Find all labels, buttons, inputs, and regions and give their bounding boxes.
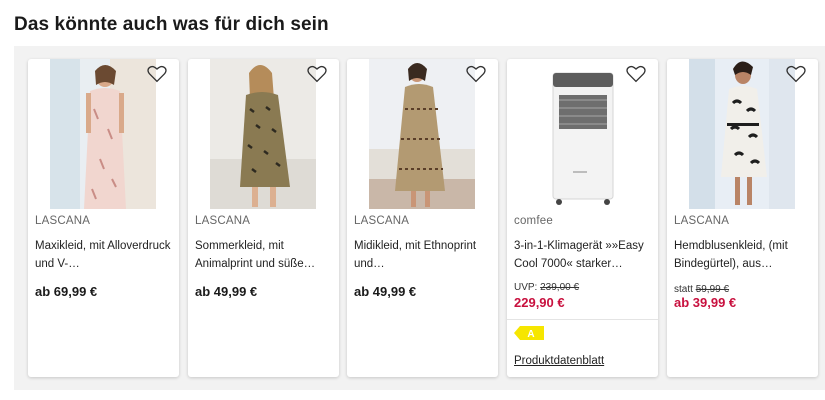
product-card[interactable]: LASCANA Midikleid, mit Ethnoprint und… a… <box>347 59 498 377</box>
wishlist-heart-icon[interactable] <box>786 65 806 83</box>
product-image[interactable] <box>529 59 635 209</box>
wishlist-heart-icon[interactable] <box>626 65 646 83</box>
product-card[interactable]: LASCANA Maxikleid, mit Alloverdruck und … <box>28 59 179 377</box>
product-name[interactable]: 3-in-1-Klimagerät »»Easy Cool 7000« star… <box>514 237 654 273</box>
energy-label-icon[interactable]: A <box>514 325 544 341</box>
energy-class: A <box>527 329 534 340</box>
product-brand: LASCANA <box>35 215 91 227</box>
product-card[interactable]: comfee 3-in-1-Klimagerät »»Easy Cool 700… <box>507 59 658 377</box>
product-brand: LASCANA <box>195 215 251 227</box>
product-brand: LASCANA <box>674 215 730 227</box>
original-price: statt 59,99 € <box>674 284 729 295</box>
sale-price: 229,90 € <box>514 295 565 310</box>
wishlist-heart-icon[interactable] <box>147 65 167 83</box>
product-price: ab 49,99 € <box>195 284 258 299</box>
product-image[interactable] <box>689 59 795 209</box>
section-title: Das könnte auch was für dich sein <box>14 14 329 35</box>
strikethrough-price: 239,00 € <box>540 282 580 293</box>
sale-price: ab 39,99 € <box>674 295 737 310</box>
wishlist-heart-icon[interactable] <box>466 65 486 83</box>
strikethrough-price: 59,99 € <box>695 284 730 295</box>
product-price: ab 49,99 € <box>354 284 417 299</box>
product-card[interactable]: LASCANA Hemdblusenkleid, (mit Bindegürte… <box>667 59 818 377</box>
product-image[interactable] <box>210 59 316 209</box>
product-datasheet-link[interactable]: Produktdatenblatt <box>514 355 604 367</box>
product-image[interactable] <box>369 59 475 209</box>
product-image[interactable] <box>50 59 156 209</box>
wishlist-heart-icon[interactable] <box>307 65 327 83</box>
product-name[interactable]: Sommerkleid, mit Animalprint und süße… <box>195 237 335 273</box>
product-brand: LASCANA <box>354 215 410 227</box>
divider <box>507 319 658 320</box>
original-price: UVP: 239,00 € <box>514 282 579 293</box>
product-name[interactable]: Hemdblusenkleid, (mit Bindegürtel), aus… <box>674 237 814 273</box>
product-price: ab 69,99 € <box>35 284 98 299</box>
product-name[interactable]: Maxikleid, mit Alloverdruck und V-… <box>35 237 175 273</box>
uvp-label: UVP: <box>514 282 538 293</box>
statt-label: statt <box>674 284 693 295</box>
product-name[interactable]: Midikleid, mit Ethnoprint und… <box>354 237 494 273</box>
product-brand: comfee <box>514 215 553 227</box>
product-card[interactable]: LASCANA Sommerkleid, mit Animalprint und… <box>188 59 339 377</box>
